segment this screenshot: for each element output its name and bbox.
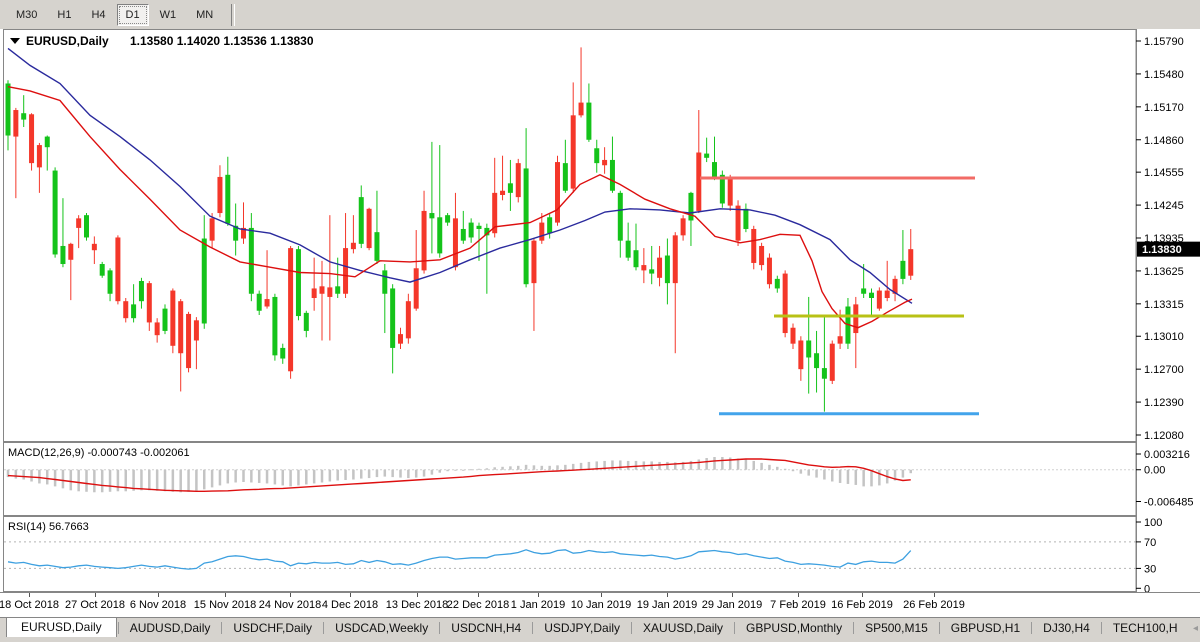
chart-tab-usdchf[interactable]: USDCHF,Daily [223,619,322,638]
date-axis-label: 13 Dec 2018 [386,599,448,611]
timeframe-button-d1[interactable]: D1 [117,4,149,26]
chart-symbol-title: EURUSD,Daily [26,34,109,48]
rsi-axis-label: 30 [1144,563,1156,575]
date-axis-label: 7 Feb 2019 [770,599,826,611]
macd-axis-label: -0.006485 [1144,497,1194,509]
rsi-indicator-panel[interactable]: 100 70 30 0 RSI(14) 56.7663 [0,516,1200,592]
tab-scroll-controls: ◂▸ [1188,618,1200,638]
rsi-indicator-label: RSI(14) 56.7663 [8,521,89,533]
macd-indicator-panel[interactable]: 0.003216 0.00 -0.006485 MACD(12,26,9) -0.00… [0,442,1200,516]
date-axis-label: 4 Dec 2018 [322,599,378,611]
chart-tab-eurusd[interactable]: EURUSD,Daily [6,617,117,638]
chart-tab-dj30[interactable]: DJ30,H4 [1033,619,1100,638]
symbol-tab-bar: EURUSD,DailyAUDUSD,DailyUSDCHF,DailyUSDC… [0,617,1200,638]
date-tick-mark [225,593,226,597]
date-axis-label: 24 Nov 2018 [259,599,321,611]
timeframe-toolbar: M30H1H4D1W1MN [0,0,1200,30]
chart-tab-gbpusd[interactable]: GBPUSD,H1 [941,619,1030,638]
date-tick-mark [290,593,291,597]
timeframe-button-m30[interactable]: M30 [7,4,46,26]
macd-axis-label: 0.003216 [1144,449,1190,461]
rsi-axis-label: 0 [1144,583,1150,592]
tab-separator [853,622,854,634]
tab-separator [532,622,533,634]
date-tick-mark [798,593,799,597]
date-tick-mark [732,593,733,597]
tab-separator [439,622,440,634]
date-axis[interactable]: 18 Oct 2018 27 Oct 2018 6 Nov 2018 15 Nov 2… [0,592,1200,618]
price-axis-label: 1.12080 [1144,430,1184,442]
date-axis-label: 15 Nov 2018 [194,599,256,611]
date-axis-label: 16 Feb 2019 [831,599,893,611]
tab-separator [631,622,632,634]
date-tick-mark [95,593,96,597]
rsi-axis-label: 70 [1144,537,1156,549]
tab-separator [221,622,222,634]
date-axis-label: 27 Oct 2018 [65,599,125,611]
chart-tab-audusd[interactable]: AUDUSD,Daily [120,619,221,638]
price-axis-label: 1.13315 [1144,299,1184,311]
chart-ohlc-values: 1.13580 1.14020 1.13536 1.13830 [130,34,314,48]
date-tick-mark [862,593,863,597]
tab-separator [939,622,940,634]
date-axis-label: 26 Feb 2019 [903,599,965,611]
date-tick-mark [934,593,935,597]
chart-tab-gbpusd[interactable]: GBPUSD,Monthly [736,619,852,638]
price-axis-label: 1.14860 [1144,135,1184,147]
tab-separator [1101,622,1102,634]
date-axis-label: 29 Jan 2019 [702,599,763,611]
timeframe-button-mn[interactable]: MN [187,4,222,26]
date-tick-mark [478,593,479,597]
timeframe-toolbar-buttons: M30H1H4D1W1MN [6,4,223,26]
chart-tab-usdcnh[interactable]: USDCNH,H4 [441,619,531,638]
price-axis-label: 1.14245 [1144,200,1184,212]
chart-tab-usdcad[interactable]: USDCAD,Weekly [325,619,438,638]
date-tick-mark [417,593,418,597]
chart-tab-sp500[interactable]: SP500,M15 [855,619,938,638]
price-axis-label: 1.12700 [1144,364,1184,376]
tab-separator [118,622,119,634]
trading-platform-window: M30H1H4D1W1MN 1.15790 1.15480 1.15170 1.148… [0,0,1200,642]
date-axis-label: 6 Nov 2018 [130,599,186,611]
price-axis-label: 1.13010 [1144,331,1184,343]
date-axis-label: 10 Jan 2019 [571,599,632,611]
date-axis-label: 1 Jan 2019 [511,599,565,611]
toolbar-separator [231,4,235,26]
date-tick-mark [29,593,30,597]
timeframe-button-w1[interactable]: W1 [151,4,186,26]
price-axis-label: 1.15170 [1144,102,1184,114]
date-axis-label: 22 Dec 2018 [447,599,509,611]
tab-separator [734,622,735,634]
price-chart-panel[interactable]: 1.15790 1.15480 1.15170 1.14860 1.14555 1.142… [0,29,1200,442]
price-axis-label: 1.15480 [1144,69,1184,81]
date-tick-mark [601,593,602,597]
chart-tab-usdjpy[interactable]: USDJPY,Daily [534,619,630,638]
window-bottom-strip [0,637,1200,642]
macd-indicator-label: MACD(12,26,9) -0.000743 -0.002061 [8,447,190,459]
timeframe-button-h1[interactable]: H1 [48,4,80,26]
chart-tab-xauusd[interactable]: XAUUSD,Daily [633,619,733,638]
timeframe-button-h4[interactable]: H4 [82,4,114,26]
macd-axis-label: 0.00 [1144,465,1165,477]
date-tick-mark [538,593,539,597]
tab-separator [323,622,324,634]
price-axis-label: 1.14555 [1144,167,1184,179]
price-axis-label: 1.13625 [1144,266,1184,278]
rsi-axis-label: 100 [1144,517,1162,529]
current-price-label: 1.13830 [1142,244,1182,256]
price-axis-label: 1.15790 [1144,36,1184,48]
date-tick-mark [350,593,351,597]
price-axis-label: 1.12390 [1144,397,1184,409]
date-axis-label: 18 Oct 2018 [0,599,59,611]
tab-scroll-left-icon[interactable]: ◂ [1188,623,1200,634]
date-tick-mark [158,593,159,597]
chart-tab-tech100[interactable]: TECH100,H [1103,619,1188,638]
date-axis-label: 19 Jan 2019 [637,599,698,611]
tab-separator [1031,622,1032,634]
date-tick-mark [667,593,668,597]
